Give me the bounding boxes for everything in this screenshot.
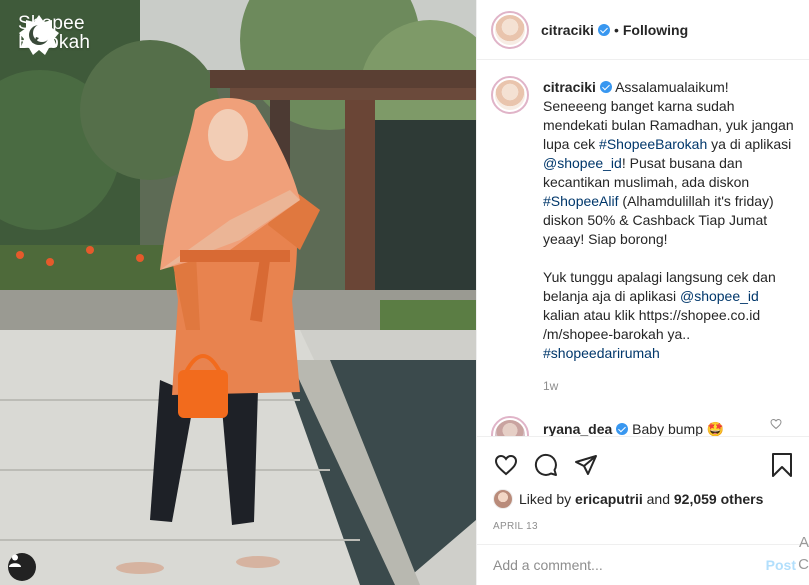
post-date[interactable]: APRIL 13 (493, 521, 794, 532)
caption-time[interactable]: 1w (543, 377, 796, 396)
heart-icon[interactable] (493, 453, 519, 477)
hashtag-shopeedarirumah[interactable]: #shopeedarirumah (543, 345, 660, 361)
author-avatar[interactable] (491, 10, 529, 49)
clipped-edge-text: C (798, 556, 809, 573)
likes-and: and (646, 491, 670, 507)
user-tag-icon (9, 554, 21, 567)
verified-icon (616, 423, 629, 435)
comments-section: citraciki Assalamualaikum! Seneeeng bang… (477, 60, 809, 436)
following-button[interactable]: Following (623, 22, 688, 38)
post-header: citraciki • Following (477, 0, 809, 60)
comment-icon[interactable] (533, 453, 559, 477)
caption-text: kalian atau klik https://shopee.co.id /m… (543, 307, 761, 342)
add-comment-bar: Post (477, 544, 809, 585)
caption-text: ya di aplikasi (707, 136, 792, 152)
verified-icon (597, 23, 610, 36)
post-side-panel: citraciki • Following citraciki Assalamu… (476, 0, 809, 585)
commenter-avatar[interactable] (491, 416, 529, 436)
post-comment-button[interactable]: Post (766, 557, 796, 573)
mention-shopee-id[interactable]: @shopee_id (680, 288, 759, 304)
likes-line: Liked by ericaputrii and 92,059 others (493, 489, 794, 509)
caption-username[interactable]: citraciki (543, 79, 596, 95)
share-icon[interactable] (573, 453, 599, 477)
liker-username[interactable]: ericaputrii (575, 491, 643, 507)
photo-illustration (0, 0, 476, 585)
verified-icon (599, 81, 612, 93)
post-photo[interactable]: Shopee Barokah (0, 0, 476, 585)
comment-item: ryana_dea Baby bump 🤩 (491, 416, 796, 436)
hashtag-shopeealif[interactable]: #ShopeeAlif (543, 193, 619, 209)
likes-count[interactable]: 92,059 others (674, 491, 764, 507)
separator-dot: • (613, 21, 619, 38)
mention-shopee-id[interactable]: @shopee_id (543, 155, 622, 171)
clipped-edge-text: A (798, 534, 809, 551)
hashtag-shopeebarokah[interactable]: #ShopeeBarokah (599, 136, 707, 152)
add-comment-input[interactable] (493, 557, 760, 573)
post-actions: Liked by ericaputrii and 92,059 others A… (477, 436, 809, 544)
shopee-barokah-logo-icon (19, 15, 59, 55)
author-username[interactable]: citraciki (541, 22, 594, 38)
comment-like-heart-icon[interactable] (770, 418, 782, 430)
caption-avatar[interactable] (491, 76, 529, 114)
bookmark-icon[interactable] (770, 452, 794, 478)
liker-avatar[interactable] (493, 489, 513, 509)
comment-text: Baby bump 🤩 (632, 421, 725, 436)
caption: citraciki Assalamualaikum! Seneeeng bang… (491, 76, 796, 396)
shopee-barokah-logo: Shopee Barokah (18, 14, 90, 55)
commenter-username[interactable]: ryana_dea (543, 421, 612, 436)
likes-prefix: Liked by (519, 491, 572, 507)
user-tag-button[interactable] (8, 553, 36, 581)
